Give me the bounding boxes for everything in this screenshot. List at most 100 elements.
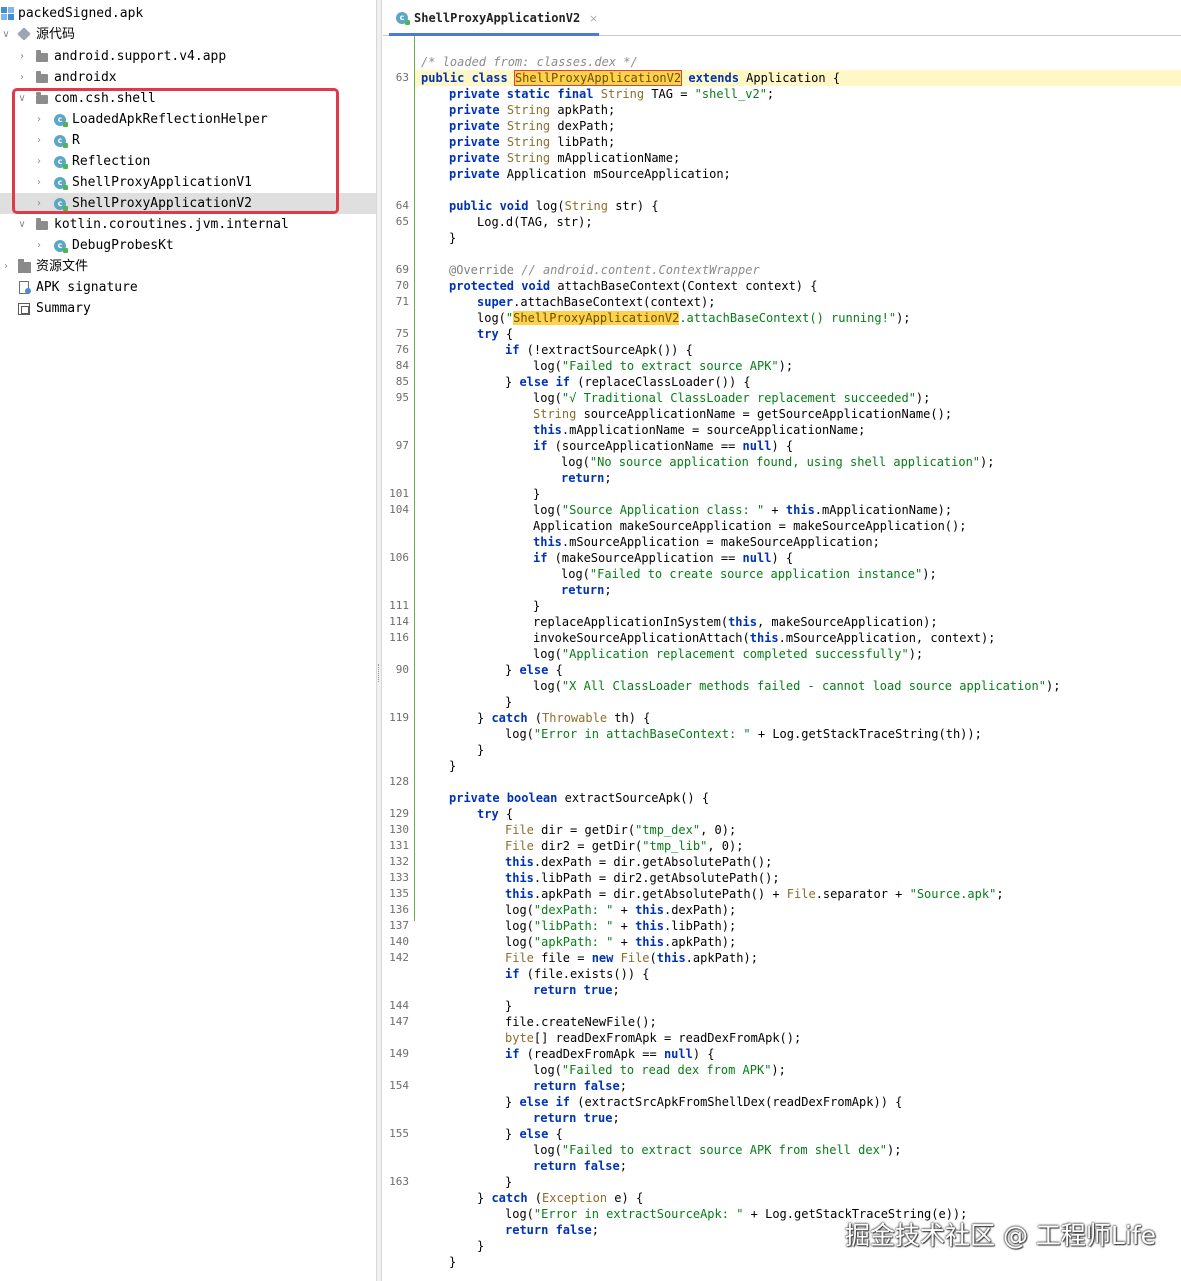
code-line[interactable]: private static final String TAG = "shell… xyxy=(449,86,774,102)
code-line[interactable]: } xyxy=(449,1254,456,1270)
code-line[interactable]: log("Source Application class: " + this.… xyxy=(533,502,952,518)
code-line[interactable]: Log.d(TAG, str); xyxy=(477,214,593,230)
chevron-right-icon[interactable]: › xyxy=(34,109,44,130)
tree-item-class[interactable]: › c Reflection xyxy=(0,151,376,172)
code-line[interactable]: } xyxy=(449,230,456,246)
chevron-right-icon[interactable]: › xyxy=(34,130,44,151)
code-line[interactable]: file.createNewFile(); xyxy=(505,1014,657,1030)
code-line[interactable]: } else if (extractSrcApkFromShellDex(rea… xyxy=(505,1094,902,1110)
code-line[interactable]: private String libPath; xyxy=(449,134,615,150)
code-line[interactable]: super.attachBaseContext(context); xyxy=(477,294,715,310)
code-line[interactable]: this.mApplicationName = sourceApplicatio… xyxy=(533,422,865,438)
close-icon[interactable]: × xyxy=(589,6,598,31)
code-line[interactable]: log("apkPath: " + this.apkPath); xyxy=(505,934,736,950)
code-line[interactable]: log("Failed to read dex from APK"); xyxy=(533,1062,786,1078)
code-line[interactable]: return true; xyxy=(533,1110,620,1126)
code-line[interactable]: /* loaded from: classes.dex */ xyxy=(421,54,638,70)
code-line[interactable]: byte[] readDexFromApk = readDexFromApk()… xyxy=(505,1030,801,1046)
code-line[interactable]: invokeSourceApplicationAttach(this.mSour… xyxy=(533,630,995,646)
code-line[interactable]: String sourceApplicationName = getSource… xyxy=(533,406,952,422)
editor-tab[interactable]: ShellProxyApplicationV2 xyxy=(414,6,580,31)
code-line[interactable]: log("X All ClassLoader methods failed - … xyxy=(533,678,1060,694)
code-line[interactable]: log("Failed to create source application… xyxy=(561,566,937,582)
code-line[interactable]: log("dexPath: " + this.dexPath); xyxy=(505,902,736,918)
tree-item-package[interactable]: › android.support.v4.app xyxy=(0,46,376,67)
code-line[interactable]: private String apkPath; xyxy=(449,102,615,118)
code-line[interactable]: if (readDexFromApk == null) { xyxy=(505,1046,715,1062)
tree-item-apk-signature[interactable]: APK signature xyxy=(0,277,376,298)
code-line[interactable]: Application makeSourceApplication = make… xyxy=(533,518,966,534)
code-line[interactable]: replaceApplicationInSystem(this, makeSou… xyxy=(533,614,938,630)
tree-item-package[interactable]: ∨ com.csh.shell xyxy=(0,88,376,109)
chevron-down-icon[interactable]: ∨ xyxy=(17,88,27,109)
code-line[interactable]: this.libPath = dir2.getAbsolutePath(); xyxy=(505,870,780,886)
tree-root-apk[interactable]: packedSigned.apk xyxy=(0,3,376,24)
code-line[interactable]: } else { xyxy=(505,1126,563,1142)
code-line[interactable]: } else if (replaceClassLoader()) { xyxy=(505,374,751,390)
code-line[interactable]: this.apkPath = dir.getAbsolutePath() + F… xyxy=(505,886,1004,902)
code-line[interactable]: } xyxy=(477,742,484,758)
code-line[interactable]: File file = new File(this.apkPath); xyxy=(505,950,758,966)
code-line[interactable]: private Application mSourceApplication; xyxy=(449,166,731,182)
code-line[interactable]: private String dexPath; xyxy=(449,118,615,134)
code-line[interactable]: if (file.exists()) { xyxy=(505,966,650,982)
chevron-right-icon[interactable]: › xyxy=(34,235,44,256)
code-line[interactable]: log("Error in attachBaseContext: " + Log… xyxy=(505,726,982,742)
code-line[interactable]: try { xyxy=(477,806,513,822)
code-line[interactable]: protected void attachBaseContext(Context… xyxy=(449,278,817,294)
code-line[interactable]: private boolean extractSourceApk() { xyxy=(449,790,709,806)
chevron-right-icon[interactable]: › xyxy=(1,256,11,277)
chevron-down-icon[interactable]: ∨ xyxy=(1,24,11,45)
tree-item-class[interactable]: › c DebugProbesKt xyxy=(0,235,376,256)
code-line[interactable]: return true; xyxy=(533,982,620,998)
code-line[interactable]: } xyxy=(477,1238,484,1254)
code-line[interactable]: if (makeSourceApplication == null) { xyxy=(533,550,793,566)
code-line[interactable]: File dir2 = getDir("tmp_lib", 0); xyxy=(505,838,743,854)
chevron-right-icon[interactable]: › xyxy=(34,151,44,172)
code-line[interactable]: log("Application replacement completed s… xyxy=(533,646,923,662)
code-line[interactable]: } xyxy=(533,598,540,614)
chevron-right-icon[interactable]: › xyxy=(34,193,44,214)
chevron-right-icon[interactable]: › xyxy=(17,46,27,67)
code-line[interactable]: log("Failed to extract source APK from s… xyxy=(533,1142,901,1158)
code-line[interactable]: log("ShellProxyApplicationV2.attachBaseC… xyxy=(477,310,911,326)
code-line[interactable]: return false; xyxy=(505,1222,599,1238)
tree-item-package[interactable]: › androidx xyxy=(0,67,376,88)
chevron-right-icon[interactable]: › xyxy=(17,67,27,88)
code-line[interactable]: } xyxy=(505,998,512,1014)
panel-splitter[interactable] xyxy=(376,0,382,1281)
code-line[interactable]: return false; xyxy=(533,1078,627,1094)
code-line[interactable]: log("√ Traditional ClassLoader replaceme… xyxy=(533,390,930,406)
tree-item-class[interactable]: › c LoadedApkReflectionHelper xyxy=(0,109,376,130)
code-line[interactable]: log("libPath: " + this.libPath); xyxy=(505,918,736,934)
code-line[interactable]: log("Failed to extract source APK"); xyxy=(533,358,793,374)
code-line[interactable]: if (sourceApplicationName == null) { xyxy=(533,438,793,454)
tree-item-class[interactable]: › c R xyxy=(0,130,376,151)
code-line[interactable]: } else { xyxy=(505,662,563,678)
tree-item-summary[interactable]: Summary xyxy=(0,298,376,319)
code-line[interactable]: public class ShellProxyApplicationV2 ext… xyxy=(421,70,840,86)
code-line[interactable]: this.mSourceApplication = makeSourceAppl… xyxy=(533,534,880,550)
code-line[interactable]: } xyxy=(505,1174,512,1190)
tree-item-source[interactable]: ∨ 源代码 xyxy=(0,24,376,45)
code-line[interactable]: File dir = getDir("tmp_dex", 0); xyxy=(505,822,736,838)
code-line[interactable]: return; xyxy=(561,470,612,486)
code-line[interactable]: } catch (Exception e) { xyxy=(477,1190,643,1206)
tree-item-package[interactable]: ∨ kotlin.coroutines.jvm.internal xyxy=(0,214,376,235)
chevron-right-icon[interactable]: › xyxy=(34,172,44,193)
code-line[interactable]: } xyxy=(533,486,540,502)
code-line[interactable]: try { xyxy=(477,326,513,342)
code-line[interactable]: } xyxy=(449,758,456,774)
code-line[interactable]: public void log(String str) { xyxy=(449,198,659,214)
code-line[interactable]: } catch (Throwable th) { xyxy=(477,710,650,726)
code-line[interactable]: @Override // android.content.ContextWrap… xyxy=(449,262,760,278)
code-line[interactable]: } xyxy=(505,694,512,710)
tree-item-resources[interactable]: › 资源文件 xyxy=(0,256,376,277)
chevron-down-icon[interactable]: ∨ xyxy=(17,214,27,235)
code-line[interactable]: return false; xyxy=(533,1158,627,1174)
tree-item-class[interactable]: › c ShellProxyApplicationV1 xyxy=(0,172,376,193)
code-line[interactable]: private String mApplicationName; xyxy=(449,150,680,166)
code-line[interactable]: this.dexPath = dir.getAbsolutePath(); xyxy=(505,854,772,870)
code-line[interactable]: log("No source application found, using … xyxy=(561,454,995,470)
code-line[interactable]: return; xyxy=(561,582,612,598)
